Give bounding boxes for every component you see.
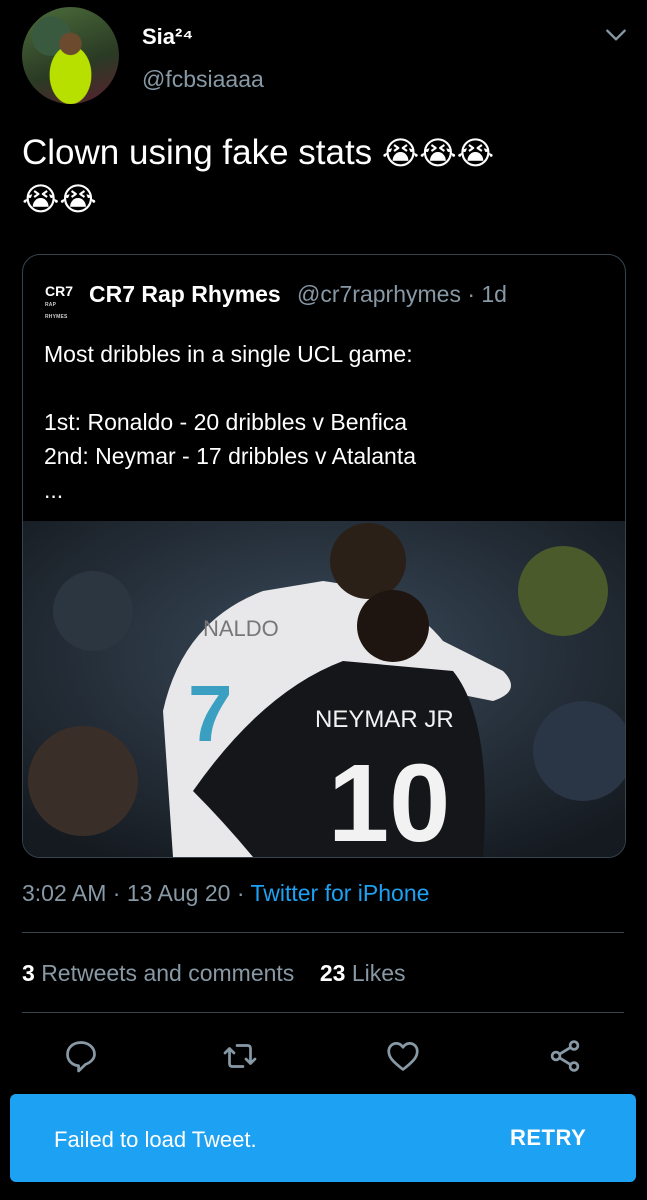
- tweet-text: Clown using fake stats 😭😭😭 😭😭: [22, 130, 622, 222]
- image-back-name: NEYMAR JR: [315, 706, 454, 733]
- image-front-number: 7: [188, 669, 233, 758]
- retweets-count[interactable]: 3: [22, 960, 35, 986]
- image-back-number: 10: [328, 742, 450, 857]
- retry-button[interactable]: RETRY: [510, 1125, 586, 1151]
- error-toast: Failed to load Tweet. RETRY: [10, 1094, 636, 1182]
- tweet-source-link[interactable]: Twitter for iPhone: [250, 880, 429, 906]
- quoted-text: Most dribbles in a single UCL game: 1st:…: [44, 341, 417, 503]
- toast-message: Failed to load Tweet.: [54, 1127, 257, 1152]
- crying-emoji: 😭: [381, 135, 420, 171]
- quoted-handle-time: @cr7raprhymes · 1d: [297, 281, 507, 307]
- author-avatar[interactable]: [22, 7, 119, 104]
- quoted-avatar: CR7 RAP RHYMES: [45, 283, 77, 320]
- like-icon[interactable]: [385, 1038, 421, 1074]
- divider: [22, 1012, 624, 1013]
- quoted-logo-subtext: RAP RHYMES: [45, 302, 68, 320]
- share-icon[interactable]: [547, 1038, 583, 1074]
- tweet-meta: 3:02 AM · 13 Aug 20 · Twitter for iPhone: [22, 880, 429, 907]
- crying-emoji: 😭: [22, 181, 60, 217]
- crying-emoji: 😭: [59, 181, 97, 217]
- retweet-icon[interactable]: [222, 1038, 258, 1074]
- quoted-tweet[interactable]: CR7 RAP RHYMES CR7 Rap Rhymes @cr7raprhy…: [22, 254, 626, 858]
- tweet-body: Clown using fake stats: [22, 133, 373, 172]
- author-handle[interactable]: @fcbsiaaaa: [142, 66, 264, 93]
- reply-icon[interactable]: [63, 1038, 99, 1074]
- quoted-author-name: CR7 Rap Rhymes: [89, 281, 281, 307]
- tweet-timestamp: 3:02 AM · 13 Aug 20 ·: [22, 880, 251, 906]
- retweets-label[interactable]: Retweets and comments: [41, 960, 294, 986]
- likes-label[interactable]: Likes: [352, 960, 406, 986]
- divider: [22, 932, 624, 933]
- crying-emoji: 😭: [419, 135, 457, 171]
- tweet-stats: 3 Retweets and comments 23 Likes: [22, 960, 406, 987]
- quoted-media-image[interactable]: NALDO 7 NEYMAR JR 10: [23, 521, 625, 857]
- image-front-name: NALDO: [203, 616, 279, 641]
- author-name[interactable]: Sia²⁴: [142, 24, 193, 50]
- crying-emoji: 😭: [456, 135, 495, 171]
- quoted-logo-text: CR7: [45, 283, 74, 299]
- chevron-down-icon[interactable]: [603, 22, 629, 48]
- likes-count[interactable]: 23: [320, 960, 346, 986]
